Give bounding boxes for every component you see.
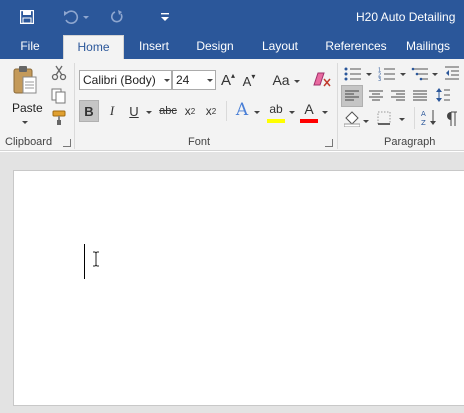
font-name-box[interactable]: Calibri (Body)	[79, 70, 172, 90]
tab-insert[interactable]: Insert	[132, 34, 176, 59]
bold-label: B	[84, 103, 94, 119]
tab-design[interactable]: Design	[189, 34, 241, 59]
undo-dropdown-icon[interactable]	[81, 7, 91, 27]
clipboard-group-label: Clipboard	[5, 136, 53, 148]
align-center-icon	[369, 90, 383, 101]
shading-icon[interactable]	[343, 111, 361, 130]
font-size-box[interactable]: 24	[172, 70, 216, 90]
paragraph-group-label: Paragraph	[384, 136, 436, 148]
ribbon-separator	[414, 107, 415, 129]
copy-icon[interactable]	[51, 88, 67, 107]
save-icon[interactable]	[17, 7, 37, 27]
change-case-button[interactable]: Aa	[270, 69, 292, 91]
font-size-dropdown-icon[interactable]	[207, 79, 213, 82]
font-name-value: Calibri (Body)	[83, 73, 156, 87]
bullets-dropdown-icon[interactable]	[366, 73, 372, 76]
align-left-button[interactable]	[341, 85, 363, 107]
paste-dropdown-icon[interactable]	[22, 121, 28, 124]
format-painter-icon[interactable]	[51, 110, 67, 129]
tab-file[interactable]: File	[10, 34, 50, 59]
subscript-button[interactable]: x2	[181, 100, 199, 122]
svg-text:Z: Z	[421, 119, 426, 127]
document-page[interactable]	[13, 170, 464, 406]
font-color-button[interactable]: A	[300, 98, 318, 120]
tab-references[interactable]: References	[320, 34, 392, 59]
align-left-icon	[345, 90, 359, 101]
change-case-label: Aa	[272, 72, 290, 88]
highlight-button[interactable]: ab	[265, 98, 287, 120]
tab-home[interactable]: Home	[63, 35, 124, 59]
superscript-mark: 2	[211, 106, 217, 116]
line-spacing-icon[interactable]	[436, 87, 450, 106]
font-color-label: A	[304, 101, 314, 117]
font-launcher-icon[interactable]	[325, 139, 333, 147]
multilevel-list-icon[interactable]	[411, 67, 429, 84]
italic-label: I	[109, 103, 115, 118]
font-color-dropdown-icon[interactable]	[322, 111, 328, 114]
title-bar: H20 Auto Detailing	[0, 0, 464, 34]
font-group-label: Font	[188, 136, 211, 148]
redo-icon[interactable]	[107, 7, 127, 27]
tab-mailings[interactable]: Mailings	[406, 34, 464, 59]
svg-text:A: A	[421, 110, 426, 118]
change-case-dropdown-icon[interactable]	[294, 80, 300, 83]
undo-icon[interactable]	[61, 7, 81, 27]
subscript-mark: 2	[190, 106, 196, 116]
document-title: H20 Auto Detailing	[356, 10, 456, 24]
highlight-color-swatch	[267, 119, 285, 123]
ribbon-separator	[337, 63, 338, 149]
align-right-button[interactable]	[387, 85, 409, 107]
borders-icon[interactable]	[377, 111, 391, 128]
numbering-icon[interactable]: 123	[378, 67, 396, 84]
superscript-button[interactable]: x2	[202, 100, 220, 122]
bold-button[interactable]: B	[79, 100, 99, 122]
text-cursor	[84, 244, 85, 279]
decrease-indent-icon[interactable]	[445, 65, 459, 84]
shrink-font-button[interactable]: A ▾	[241, 70, 257, 92]
shrink-font-label: A	[242, 73, 252, 89]
svg-text:3: 3	[378, 77, 381, 81]
clear-formatting-icon[interactable]	[313, 71, 331, 90]
ribbon-separator	[74, 63, 75, 149]
strikethrough-label: abc	[159, 105, 177, 117]
grow-font-label: A	[220, 71, 231, 89]
multilevel-list-dropdown-icon[interactable]	[432, 73, 438, 76]
font-color-swatch	[300, 119, 318, 123]
bullets-icon[interactable]	[344, 67, 362, 84]
paste-icon[interactable]	[12, 65, 38, 100]
highlight-label: ab	[269, 102, 283, 116]
text-effects-dropdown-icon[interactable]	[254, 111, 260, 114]
paste-label[interactable]: Paste	[12, 101, 43, 115]
numbering-dropdown-icon[interactable]	[400, 73, 406, 76]
highlight-dropdown-icon[interactable]	[289, 111, 295, 114]
ribbon-separator	[226, 101, 227, 121]
font-name-dropdown-icon[interactable]	[164, 79, 170, 82]
font-size-value: 24	[176, 73, 190, 87]
strikethrough-button[interactable]: abc	[157, 100, 179, 122]
ribbon: Paste Clipboard Calibri (Body) 24 A ▴ A ▾ …	[0, 59, 464, 151]
shading-dropdown-icon[interactable]	[363, 120, 369, 123]
justify-button[interactable]	[409, 85, 431, 107]
text-effects-button[interactable]: A	[233, 99, 251, 121]
clipboard-launcher-icon[interactable]	[63, 139, 71, 147]
grow-font-button[interactable]: A ▴	[220, 69, 236, 91]
italic-button[interactable]: I	[103, 100, 121, 122]
show-formatting-marks-icon[interactable]	[444, 111, 458, 130]
text-effects-label: A	[235, 100, 249, 120]
sort-icon[interactable]: AZ	[421, 109, 437, 130]
underline-dropdown-icon[interactable]	[146, 111, 152, 114]
tab-layout[interactable]: Layout	[254, 34, 306, 59]
underline-label: U	[129, 103, 139, 119]
borders-dropdown-icon[interactable]	[399, 118, 405, 121]
underline-button[interactable]: U	[125, 100, 143, 122]
align-center-button[interactable]	[365, 85, 387, 107]
customize-qat-icon[interactable]	[155, 7, 175, 27]
ibeam-cursor-icon	[92, 251, 100, 267]
ribbon-tabs: File Home Insert Design Layout Reference…	[0, 34, 464, 59]
cut-icon[interactable]	[51, 65, 67, 84]
justify-icon	[413, 90, 427, 101]
align-right-icon	[391, 90, 405, 101]
